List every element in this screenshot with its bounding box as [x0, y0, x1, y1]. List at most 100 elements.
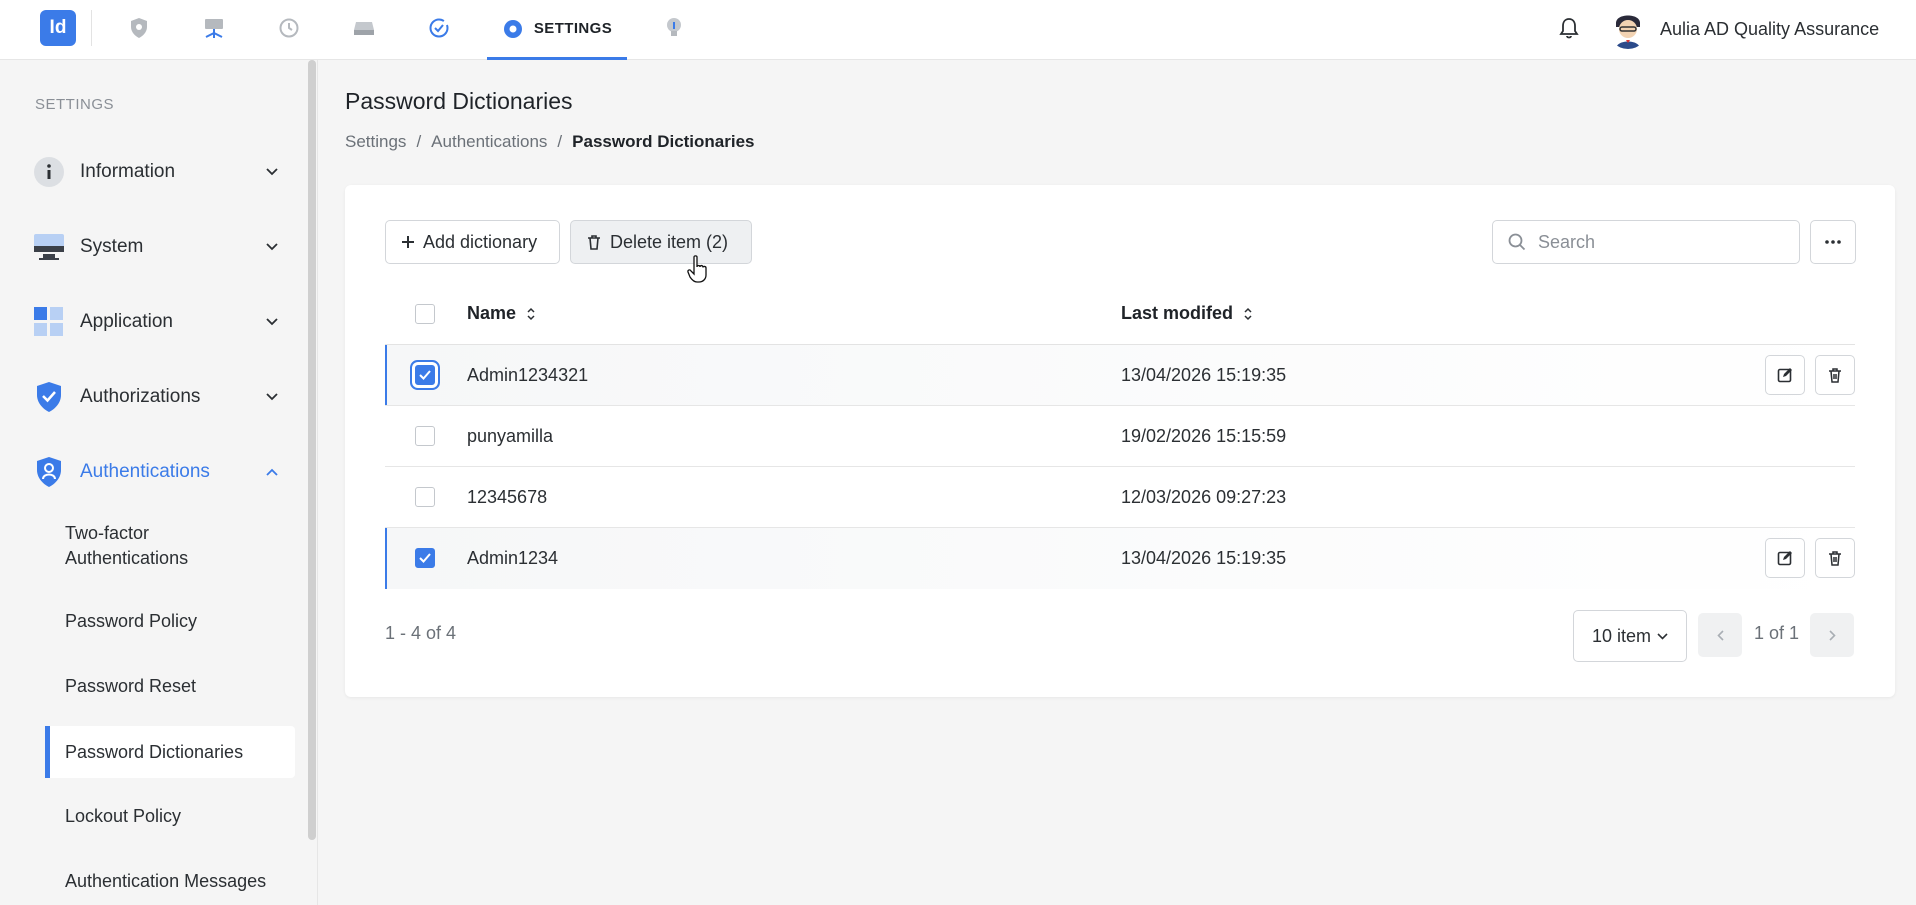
table-row[interactable]: Admin1234 13/04/2026 15:19:35: [385, 528, 1855, 589]
sort-icon: [527, 307, 535, 320]
checkmark-icon: [419, 553, 431, 563]
breadcrumb-settings[interactable]: Settings: [345, 132, 406, 152]
shield-user-icon: [32, 455, 66, 489]
select-all-checkbox[interactable]: [415, 304, 435, 324]
sidebar-subitem-two-factor[interactable]: Two-factor Authentications: [45, 521, 275, 571]
trash-icon: [1829, 368, 1841, 383]
tab-settings[interactable]: SETTINGS: [487, 0, 627, 60]
row-last-modified: 12/03/2026 09:27:23: [1121, 487, 1287, 507]
dictionaries-card: Add dictionary Delete item (2) Name Last…: [345, 185, 1895, 697]
chevron-down-icon: [1657, 632, 1668, 640]
search-icon: [1508, 233, 1526, 251]
chevron-down-icon: [262, 243, 282, 251]
breadcrumb-authentications[interactable]: Authentications: [431, 132, 547, 152]
network-icon[interactable]: [200, 14, 228, 42]
chevron-right-icon: [1828, 629, 1836, 641]
page-title: Password Dictionaries: [345, 88, 573, 114]
hand-cursor-icon: [687, 255, 707, 283]
plus-icon: [402, 236, 414, 248]
table-row[interactable]: 12345678 12/03/2026 09:27:23: [385, 467, 1855, 528]
storage-icon[interactable]: [350, 14, 378, 42]
chevron-left-icon: [1716, 629, 1724, 641]
more-options-button[interactable]: [1810, 220, 1856, 264]
edit-icon: [1777, 368, 1792, 383]
user-menu[interactable]: Aulia AD Quality Assurance: [1608, 8, 1879, 50]
row-last-modified: 19/02/2026 15:15:59: [1121, 426, 1287, 446]
breadcrumb-separator: /: [416, 132, 422, 151]
checkmark-icon: [419, 370, 431, 380]
sidebar-item-label: Application: [80, 311, 173, 332]
sidebar-item-label: Authorizations: [80, 386, 201, 407]
top-navigation-bar: Id SETTINGS Aulia AD Quality Assurance: [0, 0, 1916, 60]
table-header: Name Last modifed: [385, 283, 1855, 345]
sidebar-subitem-authentication-messages[interactable]: Authentication Messages: [45, 869, 295, 894]
user-name: Aulia AD Quality Assurance: [1660, 18, 1880, 39]
sidebar-scrollbar[interactable]: [308, 60, 316, 840]
sidebar-item-application[interactable]: Application: [32, 302, 282, 342]
next-page-button[interactable]: [1810, 613, 1854, 657]
dictionaries-table: Name Last modifed Admin1234321 13/04/202…: [385, 283, 1855, 589]
delete-items-button[interactable]: Delete item (2): [570, 220, 752, 264]
row-name: Admin1234: [467, 548, 559, 568]
page-size-label: 10 item: [1591, 625, 1652, 646]
bulb-icon[interactable]: [660, 14, 688, 42]
monitor-icon: [32, 230, 66, 264]
delete-row-button[interactable]: [1815, 538, 1855, 578]
sidebar-item-label: System: [80, 236, 144, 257]
row-name: 12345678: [467, 487, 548, 507]
trash-icon: [1829, 551, 1841, 566]
info-icon: [32, 155, 66, 189]
page-size-select[interactable]: 10 item: [1573, 610, 1687, 662]
sidebar-subitem-lockout-policy[interactable]: Lockout Policy: [45, 804, 295, 829]
search-input[interactable]: [1538, 231, 1778, 253]
sidebar-item-information[interactable]: Information: [32, 152, 282, 192]
history-icon[interactable]: [275, 14, 303, 42]
row-name: punyamilla: [467, 426, 554, 446]
breadcrumb-separator: /: [557, 132, 563, 151]
search-box[interactable]: [1492, 220, 1800, 264]
settings-gear-icon: [503, 19, 522, 38]
sidebar-item-authentications[interactable]: Authentications: [32, 452, 282, 492]
sidebar-item-authorizations[interactable]: Authorizations: [32, 377, 282, 417]
row-checkbox[interactable]: [415, 365, 435, 385]
add-dictionary-label: Add dictionary: [423, 231, 538, 252]
column-header-name[interactable]: Name: [467, 303, 536, 324]
breadcrumb-current: Password Dictionaries: [572, 132, 755, 151]
edit-button[interactable]: [1765, 538, 1805, 578]
shield-icon[interactable]: [125, 14, 153, 42]
chevron-down-icon: [262, 393, 282, 401]
app-logo[interactable]: Id: [40, 10, 76, 46]
sidebar: SETTINGS Information System Application …: [0, 60, 318, 905]
notification-bell-icon[interactable]: [1555, 14, 1583, 42]
edit-icon: [1777, 551, 1792, 566]
sidebar-item-system[interactable]: System: [32, 227, 282, 267]
edit-button[interactable]: [1765, 355, 1805, 395]
row-name: Admin1234321: [467, 365, 589, 385]
logo-divider: [91, 10, 92, 46]
chevron-down-icon: [262, 318, 282, 326]
shield-check-icon: [32, 380, 66, 414]
sidebar-subitem-password-policy[interactable]: Password Policy: [45, 609, 295, 634]
ellipsis-icon: [1825, 240, 1841, 244]
column-header-last-modified[interactable]: Last modifed: [1121, 303, 1253, 324]
sidebar-subitem-password-reset[interactable]: Password Reset: [45, 674, 295, 699]
chevron-up-icon: [262, 468, 282, 476]
prev-page-button[interactable]: [1698, 613, 1742, 657]
row-checkbox[interactable]: [415, 548, 435, 568]
sidebar-subitem-password-dictionaries[interactable]: Password Dictionaries: [45, 726, 295, 778]
pagination-count: 1 - 4 of 4: [385, 623, 457, 643]
delete-row-button[interactable]: [1815, 355, 1855, 395]
avatar: [1608, 9, 1648, 49]
breadcrumb: Settings / Authentications / Password Di…: [345, 132, 755, 152]
row-last-modified: 13/04/2026 15:19:35: [1121, 365, 1287, 385]
row-checkbox[interactable]: [415, 487, 435, 507]
table-row[interactable]: punyamilla 19/02/2026 15:15:59: [385, 406, 1855, 467]
add-dictionary-button[interactable]: Add dictionary: [385, 220, 560, 264]
sidebar-title: SETTINGS: [35, 96, 115, 113]
table-row[interactable]: Admin1234321 13/04/2026 15:19:35: [385, 345, 1855, 406]
grid-icon: [32, 305, 66, 339]
tab-settings-label: SETTINGS: [533, 20, 613, 37]
row-checkbox[interactable]: [415, 426, 435, 446]
page-info: 1 of 1: [1754, 623, 1800, 643]
check-circle-icon[interactable]: [425, 14, 453, 42]
